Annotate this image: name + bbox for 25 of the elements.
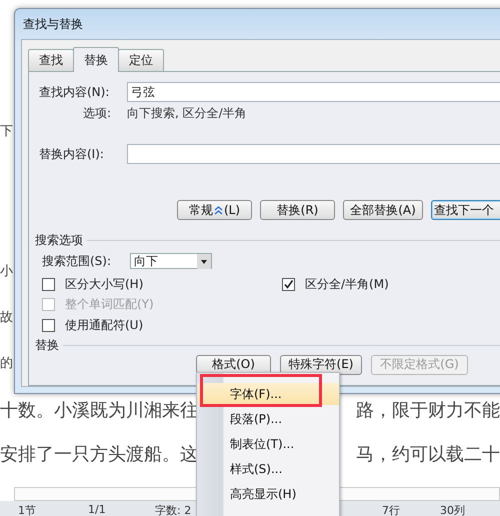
window-title: 查找与替换 <box>23 16 83 32</box>
status-text: 1节 <box>18 503 36 516</box>
document-text: 十数。小溪既为川湘来往 <box>0 399 198 423</box>
options-text: 向下搜索, 区分全/半角 <box>127 104 247 122</box>
document-text: 故 <box>0 309 13 327</box>
options-label: 选项: <box>82 104 112 122</box>
section-title: 搜索选项 <box>35 232 83 248</box>
document-text: 路，限于财力不能 <box>356 399 500 423</box>
document-text: 的 <box>0 355 13 373</box>
status-text: 1/1 <box>88 503 106 516</box>
checkbox-label: 整个单词匹配(Y) <box>65 296 154 314</box>
document-text: 马，约可以载二十 <box>356 443 500 467</box>
document-text: 下 <box>0 123 13 141</box>
document-text: 安排了一只方头渡船。这 <box>0 443 198 467</box>
status-text: 30列 <box>440 503 465 516</box>
status-text: 字数: 2 <box>155 503 192 516</box>
field-label: 查找内容(N): <box>39 84 110 100</box>
checkbox-label: 区分大小写(H) <box>65 276 144 293</box>
field-label: 搜索范围(S): <box>42 252 112 270</box>
section-title: 替换 <box>35 337 59 354</box>
status-text: 7行 <box>382 503 400 516</box>
checkbox-label: 使用通配符(U) <box>65 316 144 334</box>
field-label: 替换内容(I): <box>39 146 105 162</box>
checkbox-label: 区分全/半角(M) <box>305 276 389 293</box>
document-text: 小 <box>0 263 13 281</box>
